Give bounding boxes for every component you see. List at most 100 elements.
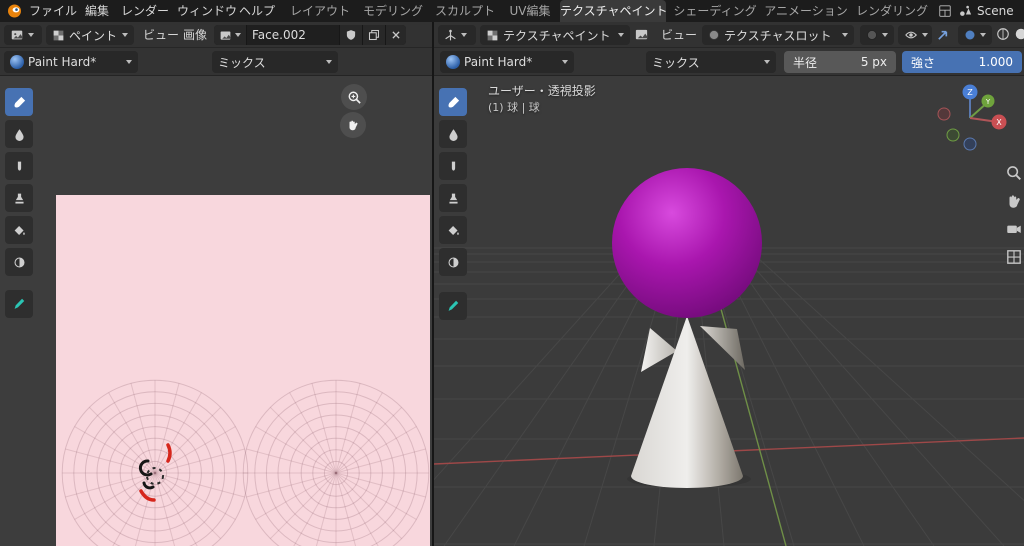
paint-mode-dropdown[interactable]: ペイント <box>46 25 134 45</box>
image-icon[interactable] <box>634 27 649 42</box>
scene-icon <box>958 4 972 18</box>
menu-file[interactable]: ファイル <box>24 0 82 22</box>
smear-finger-icon <box>13 160 26 173</box>
workspace-tab-modeling[interactable]: モデリング <box>358 0 428 22</box>
texture-slot-label: テクスチャスロット <box>724 28 832 43</box>
zoom-icon[interactable] <box>1005 164 1023 182</box>
material-circle-dropdown[interactable] <box>860 25 894 45</box>
mask-icon <box>13 256 26 269</box>
editor-type-image-button[interactable] <box>4 25 42 45</box>
chevron-down-icon <box>122 33 128 37</box>
fake-user-button[interactable] <box>340 25 362 45</box>
blend-mode-dropdown-right[interactable]: ミックス <box>646 51 776 73</box>
pan-hand-icon[interactable] <box>1005 192 1023 210</box>
zoom-button[interactable] <box>341 84 367 110</box>
chevron-down-icon <box>562 60 568 64</box>
menu-help[interactable]: ヘルプ <box>234 0 280 22</box>
shading-sphere-dropdown[interactable] <box>958 25 992 45</box>
viewport-view-menu[interactable]: ビュー <box>656 25 702 45</box>
tool-smear-button[interactable] <box>439 152 467 180</box>
radius-label: 半径 <box>793 55 818 70</box>
image-editor-icon <box>10 28 24 42</box>
menu-window[interactable]: ウィンドウ <box>172 0 242 22</box>
pan-hand-button[interactable] <box>340 112 366 138</box>
svg-text:Y: Y <box>985 98 991 106</box>
solid-shading-icon[interactable] <box>1014 27 1024 41</box>
annotate-pencil-icon <box>446 299 460 313</box>
browse-image-button[interactable] <box>214 25 246 45</box>
menu-render[interactable]: レンダー <box>116 0 174 22</box>
tool-mask-button[interactable] <box>439 248 467 276</box>
workspace-tab-texture-paint[interactable]: テクスチャペイント <box>560 0 668 22</box>
brush-preview-icon <box>10 55 24 69</box>
workspace-tab-animation[interactable]: アニメーション <box>762 0 850 22</box>
tool-fill-button[interactable] <box>439 216 467 244</box>
tool-annotate-button[interactable] <box>5 290 33 318</box>
workspace-tab-rendering[interactable]: レンダリング <box>852 0 932 22</box>
image-editor-image-menu[interactable]: 画像 <box>178 25 212 45</box>
tool-soften-button[interactable] <box>5 120 33 148</box>
strength-slider[interactable]: 強さ 1.000 <box>902 51 1022 73</box>
mode-label: テクスチャペイント <box>503 28 611 43</box>
tool-fill-button[interactable] <box>5 216 33 244</box>
brush-selector-left[interactable]: Paint Hard* <box>4 51 138 73</box>
tool-draw-button[interactable] <box>5 88 33 116</box>
tool-clone-button[interactable] <box>439 184 467 212</box>
overlays-icon[interactable] <box>996 27 1010 41</box>
workspace-tab-shading[interactable]: シェーディング <box>670 0 760 22</box>
chevron-down-icon <box>842 33 848 37</box>
paint-canvas[interactable] <box>56 195 430 546</box>
navigation-gizmo[interactable]: Z Y X <box>936 80 1020 164</box>
duplicate-image-button[interactable] <box>363 25 385 45</box>
droplet-icon <box>13 128 26 141</box>
brush-icon <box>12 95 27 110</box>
chevron-down-icon <box>235 33 241 37</box>
duplicate-icon <box>368 29 380 41</box>
chevron-down-icon <box>28 33 34 37</box>
chevron-down-icon <box>326 60 332 64</box>
tool-draw-button[interactable] <box>439 88 467 116</box>
visibility-dropdown[interactable] <box>898 25 932 45</box>
unlink-image-button[interactable] <box>386 25 406 45</box>
blend-mode-dropdown-left[interactable]: ミックス <box>212 51 338 73</box>
scene-selector[interactable]: Scene <box>972 0 1019 22</box>
fill-bucket-icon <box>13 224 26 237</box>
texture-slot-dropdown[interactable]: テクスチャスロット <box>702 25 854 45</box>
workspace-tab-layout[interactable]: レイアウト <box>288 0 352 22</box>
texture-paint-mode-dropdown[interactable]: テクスチャペイント <box>480 25 630 45</box>
blender-logo-icon[interactable] <box>6 3 23 19</box>
editor-type-3d-button[interactable] <box>438 25 476 45</box>
radius-slider-right[interactable]: 半径 5 px <box>784 51 896 73</box>
blend-mode-label: ミックス <box>218 55 266 70</box>
tool-annotate-button[interactable] <box>439 292 467 320</box>
image-icon <box>219 29 232 42</box>
texture-paint-mode-icon <box>486 29 499 42</box>
active-object-overlay: (1) 球 | 球 <box>488 101 540 114</box>
chevron-down-icon <box>882 33 888 37</box>
axis-neg-x-ball <box>937 107 951 121</box>
svg-text:Z: Z <box>967 88 973 97</box>
texture-checker-icon <box>52 29 65 42</box>
circle-icon <box>866 29 878 41</box>
workspace-tab-uv[interactable]: UV編集 <box>502 0 558 22</box>
brush-name-label: Paint Hard* <box>28 55 97 69</box>
menu-edit[interactable]: 編集 <box>80 0 114 22</box>
character-figure <box>612 168 762 488</box>
tool-soften-button[interactable] <box>439 120 467 148</box>
topbar: ファイル 編集 レンダー ウィンドウ ヘルプ レイアウト モデリング スカルプト… <box>0 0 1024 22</box>
camera-view-icon[interactable] <box>1005 220 1023 238</box>
viewport-body[interactable]: ユーザー・透視投影 (1) 球 | 球 Z Y X <box>373 76 1024 546</box>
workspace-tab-sculpt[interactable]: スカルプト <box>432 0 498 22</box>
ortho-grid-icon[interactable] <box>1005 248 1023 266</box>
radius-value: 5 px <box>860 55 887 69</box>
snap-arrow-icon[interactable] <box>936 27 951 42</box>
tool-clone-button[interactable] <box>5 184 33 212</box>
brush-selector-right[interactable]: Paint Hard* <box>440 51 574 73</box>
tool-smear-button[interactable] <box>5 152 33 180</box>
svg-text:X: X <box>996 118 1002 127</box>
editor-3d-viewport-icon <box>444 29 457 42</box>
editors-menu-icon[interactable] <box>938 4 952 18</box>
magnifier-plus-icon <box>347 90 362 105</box>
image-name-field[interactable]: Face.002 <box>247 25 339 45</box>
tool-mask-button[interactable] <box>5 248 33 276</box>
